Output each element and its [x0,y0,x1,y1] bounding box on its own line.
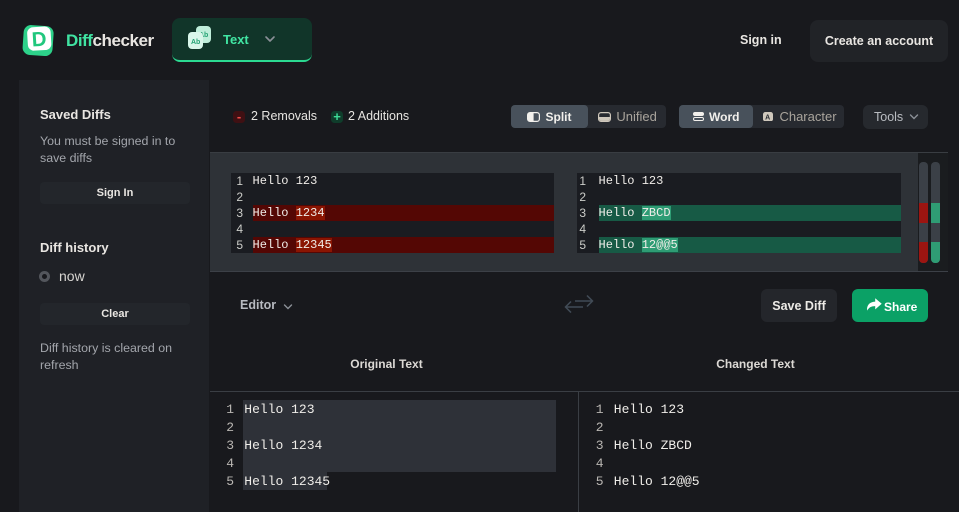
svg-text:Ab: Ab [191,39,200,46]
svg-text:A: A [765,114,770,121]
svg-text:D: D [31,28,47,52]
